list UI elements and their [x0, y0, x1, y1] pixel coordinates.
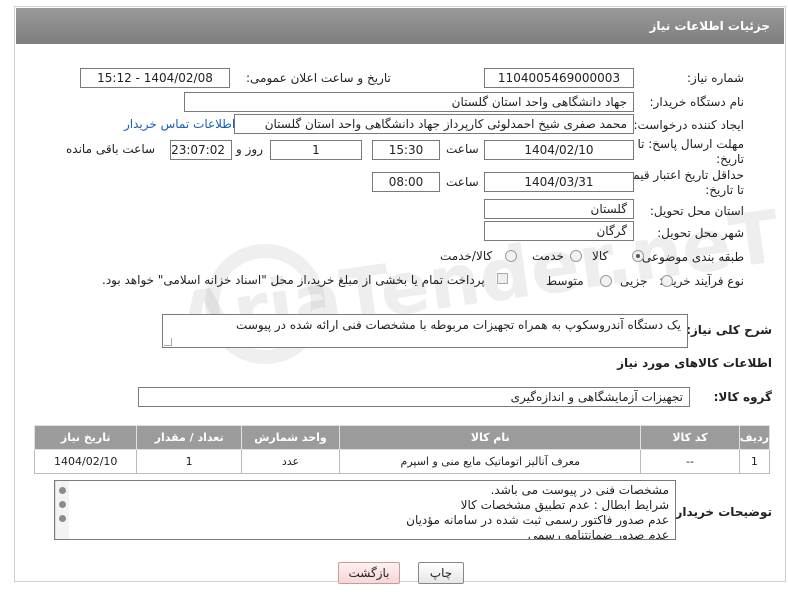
- cell-unit: عدد: [240, 449, 341, 474]
- scroll-down-icon[interactable]: [59, 515, 66, 522]
- buyer-notes-field: مشخصات فنی در پیوست می باشد. شرایط ابطال…: [54, 480, 676, 540]
- page-title: جزئیات اطلاعات نیاز: [16, 8, 784, 44]
- days-field: 1: [270, 140, 362, 160]
- print-button[interactable]: چاپ: [418, 562, 464, 584]
- cell-need-date: 1404/02/10: [33, 449, 138, 474]
- remaining-time-label: ساعت باقی مانده: [66, 142, 156, 156]
- need-number-field: 1104005469000003: [484, 68, 634, 88]
- category-goods-label: کالا: [592, 249, 609, 263]
- process-minor-label: جزیی: [620, 274, 648, 288]
- deadline-date-field: 1404/02/10: [484, 140, 634, 160]
- scroll-up-icon[interactable]: [59, 487, 66, 494]
- col-need-date: تاریخ نیاز: [33, 425, 138, 450]
- buyer-org-label: نام دستگاه خریدار:: [649, 95, 745, 109]
- resize-handle-icon[interactable]: [164, 338, 172, 346]
- goods-table: ردیف کد کالا نام کالا واحد شمارش تعداد /…: [33, 425, 771, 474]
- category-service-label: خدمت: [532, 249, 564, 263]
- process-minor-radio[interactable]: [661, 275, 673, 287]
- deadline-label: مهلت ارسال پاسخ: تا: [637, 137, 744, 151]
- category-goods-radio[interactable]: [632, 250, 644, 262]
- notes-line: عدم صدور ضمانتنامه رسمی: [527, 528, 669, 540]
- deadline-label-date: تاریخ:: [716, 152, 744, 166]
- city-field: گرگان: [484, 221, 634, 241]
- goods-section-title: اطلاعات کالاهای مورد نیاز: [617, 356, 772, 370]
- announce-label: تاریخ و ساعت اعلان عمومی:: [246, 71, 391, 85]
- process-medium-radio[interactable]: [600, 275, 612, 287]
- table-row: 1 -- معرف آنالیز اتوماتیک مایع منی و اسپ…: [33, 449, 771, 474]
- notes-line: شرایط ابطال : عدم تطبیق مشخصات کالا: [460, 498, 669, 512]
- requester-label: ایجاد کننده درخواست:: [633, 118, 744, 132]
- category-service-radio[interactable]: [570, 250, 582, 262]
- validity-label: حداقل تاریخ اعتبار قیمت:: [617, 168, 744, 182]
- category-label: طبقه بندی موضوعی:: [637, 250, 744, 264]
- goods-table-header: ردیف کد کالا نام کالا واحد شمارش تعداد /…: [33, 425, 771, 450]
- col-code: کد کالا: [640, 425, 740, 450]
- deadline-time-field: 15:30: [372, 140, 440, 160]
- validity-time-label: ساعت: [446, 175, 479, 189]
- col-unit: واحد شمارش: [240, 425, 341, 450]
- buyer-contact-link[interactable]: اطلاعات تماس خریدار: [124, 117, 235, 131]
- col-quantity: تعداد / مقدار: [136, 425, 242, 450]
- days-label: روز و: [236, 142, 263, 156]
- scroll-thumb-icon[interactable]: [59, 501, 66, 508]
- notes-line: مشخصات فنی در پیوست می باشد.: [490, 483, 669, 497]
- cell-quantity: 1: [136, 449, 242, 474]
- province-field: گلستان: [484, 199, 634, 219]
- process-medium-label: متوسط: [546, 274, 584, 288]
- need-number-label: شماره نیاز:: [687, 71, 744, 85]
- province-label: استان محل تحویل:: [649, 204, 744, 218]
- col-row: ردیف: [738, 425, 771, 450]
- goods-group-label: گروه کالا:: [713, 390, 772, 404]
- description-label: شرح کلی نیاز:: [686, 323, 772, 337]
- treasury-payment-checkbox[interactable]: [497, 273, 508, 284]
- city-label: شهر محل تحویل:: [657, 226, 744, 240]
- description-field: یک دستگاه آندروسکوپ به همراه تجهیزات مرب…: [162, 314, 688, 348]
- notes-line: عدم صدور فاکتور رسمی ثبت شده در سامانه م…: [406, 513, 669, 527]
- cell-row: 1: [738, 449, 771, 474]
- cell-code: --: [640, 449, 740, 474]
- validity-label-date: تا تاریخ:: [705, 183, 744, 197]
- goods-group-field: تجهیزات آزمایشگاهی و اندازه‌گیری: [138, 387, 690, 407]
- treasury-payment-note: پرداخت تمام یا بخشی از مبلغ خرید،از محل …: [102, 273, 485, 287]
- cell-name: معرف آنالیز اتوماتیک مایع منی و اسپرم: [339, 449, 642, 474]
- category-both-label: کالا/خدمت: [440, 249, 493, 263]
- back-button[interactable]: بازگشت: [338, 562, 400, 584]
- announce-field: 1404/02/08 - 15:12: [80, 68, 230, 88]
- validity-date-field: 1404/03/31: [484, 172, 634, 192]
- buyer-org-field: جهاد دانشگاهی واحد استان گلستان: [184, 92, 634, 112]
- notes-scrollbar[interactable]: [55, 481, 69, 539]
- buyer-notes-label: توضیحات خریدار:: [670, 505, 772, 519]
- requester-field: محمد صفری شیخ احمدلوئی کارپرداز جهاد دان…: [234, 114, 634, 134]
- category-both-radio[interactable]: [505, 250, 517, 262]
- validity-time-field: 08:00: [372, 172, 440, 192]
- deadline-time-label: ساعت: [446, 142, 479, 156]
- col-name: نام کالا: [339, 425, 642, 450]
- remaining-time-field: 23:07:02: [170, 140, 232, 160]
